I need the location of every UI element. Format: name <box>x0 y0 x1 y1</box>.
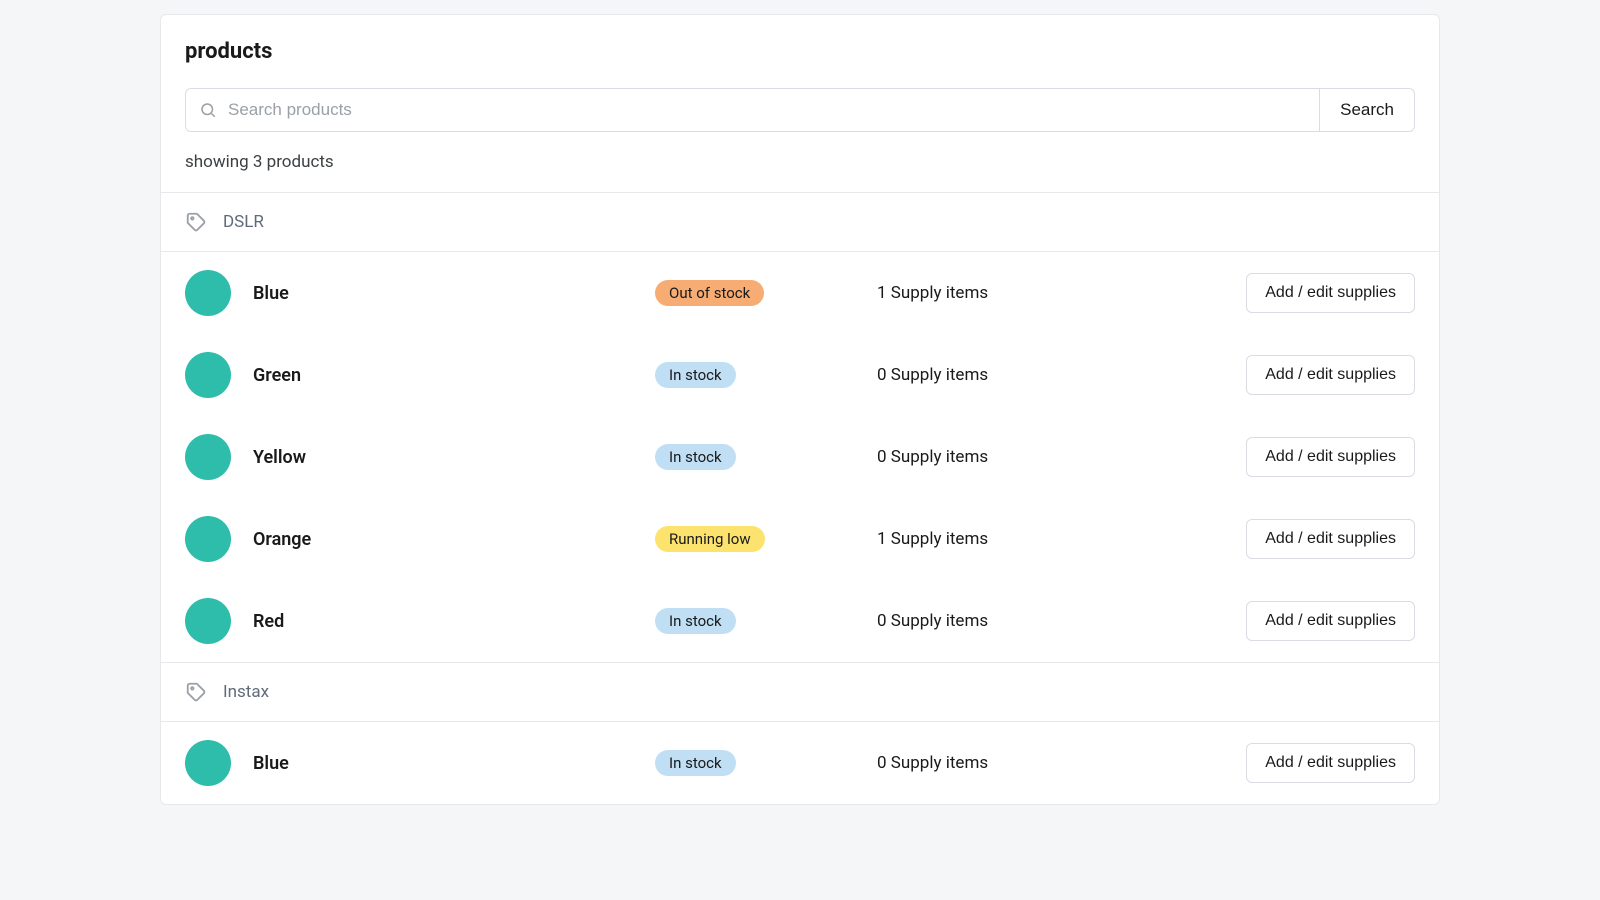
stock-status-col: In stock <box>655 444 855 470</box>
stock-status-badge: In stock <box>655 750 736 776</box>
search-row: Search <box>185 88 1415 132</box>
supply-count: 0 Supply items <box>877 447 1077 467</box>
result-count: showing 3 products <box>185 152 1415 172</box>
product-name: Yellow <box>253 447 633 468</box>
supply-count: 0 Supply items <box>877 611 1077 631</box>
stock-status-col: In stock <box>655 750 855 776</box>
stock-status-badge: In stock <box>655 362 736 388</box>
product-name: Blue <box>253 283 633 304</box>
group-header: Instax <box>161 662 1439 722</box>
product-row: Green In stock 0 Supply items Add / edit… <box>161 334 1439 416</box>
search-button[interactable]: Search <box>1319 88 1415 132</box>
supply-count: 1 Supply items <box>877 283 1077 303</box>
add-edit-supplies-button[interactable]: Add / edit supplies <box>1246 273 1415 313</box>
add-edit-supplies-button[interactable]: Add / edit supplies <box>1246 355 1415 395</box>
row-actions: Add / edit supplies <box>1246 437 1415 477</box>
add-edit-supplies-button[interactable]: Add / edit supplies <box>1246 743 1415 783</box>
stock-status-badge: In stock <box>655 608 736 634</box>
row-actions: Add / edit supplies <box>1246 273 1415 313</box>
row-actions: Add / edit supplies <box>1246 743 1415 783</box>
stock-status-col: In stock <box>655 608 855 634</box>
stock-status-badge: In stock <box>655 444 736 470</box>
row-actions: Add / edit supplies <box>1246 355 1415 395</box>
product-row: Blue In stock 0 Supply items Add / edit … <box>161 722 1439 804</box>
product-name: Red <box>253 611 633 632</box>
group-header: DSLR <box>161 192 1439 252</box>
stock-status-col: In stock <box>655 362 855 388</box>
group-label: DSLR <box>223 212 264 232</box>
search-field-wrap <box>185 88 1319 132</box>
search-icon <box>199 101 217 119</box>
tag-icon <box>185 211 207 233</box>
row-actions: Add / edit supplies <box>1246 601 1415 641</box>
product-avatar <box>185 740 231 786</box>
stock-status-col: Running low <box>655 526 855 552</box>
row-actions: Add / edit supplies <box>1246 519 1415 559</box>
product-name: Blue <box>253 753 633 774</box>
add-edit-supplies-button[interactable]: Add / edit supplies <box>1246 601 1415 641</box>
product-avatar <box>185 598 231 644</box>
product-row: Orange Running low 1 Supply items Add / … <box>161 498 1439 580</box>
product-row: Yellow In stock 0 Supply items Add / edi… <box>161 416 1439 498</box>
product-avatar <box>185 270 231 316</box>
product-avatar <box>185 516 231 562</box>
search-input[interactable] <box>185 88 1319 132</box>
supply-count: 0 Supply items <box>877 753 1077 773</box>
products-panel: products Search showing 3 products DSLR … <box>160 14 1440 805</box>
product-avatar <box>185 352 231 398</box>
product-row: Red In stock 0 Supply items Add / edit s… <box>161 580 1439 662</box>
product-row: Blue Out of stock 1 Supply items Add / e… <box>161 252 1439 334</box>
product-name: Green <box>253 365 633 386</box>
supply-count: 0 Supply items <box>877 365 1077 385</box>
stock-status-badge: Out of stock <box>655 280 764 306</box>
add-edit-supplies-button[interactable]: Add / edit supplies <box>1246 437 1415 477</box>
product-name: Orange <box>253 529 633 550</box>
supply-count: 1 Supply items <box>877 529 1077 549</box>
tag-icon <box>185 681 207 703</box>
groups-container: DSLR Blue Out of stock 1 Supply items Ad… <box>161 192 1439 804</box>
add-edit-supplies-button[interactable]: Add / edit supplies <box>1246 519 1415 559</box>
product-avatar <box>185 434 231 480</box>
stock-status-col: Out of stock <box>655 280 855 306</box>
group-label: Instax <box>223 682 269 702</box>
stock-status-badge: Running low <box>655 526 765 552</box>
panel-header: products Search showing 3 products <box>161 15 1439 172</box>
page-title: products <box>185 39 1415 64</box>
